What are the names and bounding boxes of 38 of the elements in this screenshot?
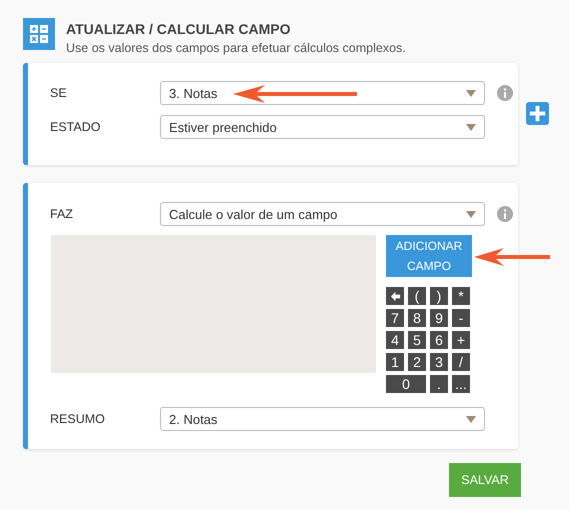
section-subtitle: Use os valores dos campos para efetuar cálculos complexos. — [66, 41, 406, 55]
field-label: ESTADO — [50, 120, 102, 134]
keypad-key[interactable]: 9 — [430, 309, 448, 327]
caret-icon — [466, 416, 476, 422]
keypad-key[interactable]: 4 — [386, 331, 404, 349]
keypad-key[interactable]: 0 — [386, 375, 426, 393]
keypad-key[interactable]: - — [452, 309, 470, 327]
backspace-key[interactable] — [386, 287, 404, 305]
keypad-key[interactable]: + — [452, 331, 470, 349]
calculator-icon — [23, 18, 55, 50]
keypad-key[interactable]: 6 — [430, 331, 448, 349]
info-icon[interactable] — [497, 206, 513, 222]
select-field[interactable]: 2. Notas — [160, 407, 485, 431]
keypad-key[interactable]: 8 — [408, 309, 426, 327]
keypad-key[interactable]: ) — [430, 287, 448, 305]
select-field[interactable]: Estiver preenchido — [160, 115, 485, 139]
caret-icon — [466, 210, 476, 218]
select-field[interactable]: Calcule o valor de um campo — [160, 202, 485, 226]
left-arrow-icon — [390, 290, 400, 302]
caret-icon — [466, 124, 476, 130]
keypad-key[interactable]: 1 — [386, 353, 404, 371]
keypad-key[interactable]: / — [452, 353, 470, 371]
keypad-key[interactable]: * — [452, 287, 470, 305]
keypad-key[interactable]: 5 — [408, 331, 426, 349]
field-label: FAZ — [50, 207, 74, 221]
info-icon[interactable] — [497, 85, 513, 101]
keypad-key[interactable]: ... — [452, 375, 470, 393]
section-title: ATUALIZAR / CALCULAR CAMPO — [66, 21, 292, 37]
keypad-key[interactable]: . — [430, 375, 448, 393]
field-label: RESUMO — [50, 412, 106, 426]
add-condition-button[interactable] — [526, 102, 549, 125]
keypad-key[interactable]: 7 — [386, 309, 404, 327]
keypad-key[interactable]: ( — [408, 287, 426, 305]
caret-icon — [466, 90, 476, 96]
field-label: SE — [50, 86, 68, 100]
keypad-key[interactable]: 3 — [430, 353, 448, 371]
keypad-key[interactable]: 2 — [408, 353, 426, 371]
select-field[interactable]: 3. Notas — [160, 81, 485, 105]
